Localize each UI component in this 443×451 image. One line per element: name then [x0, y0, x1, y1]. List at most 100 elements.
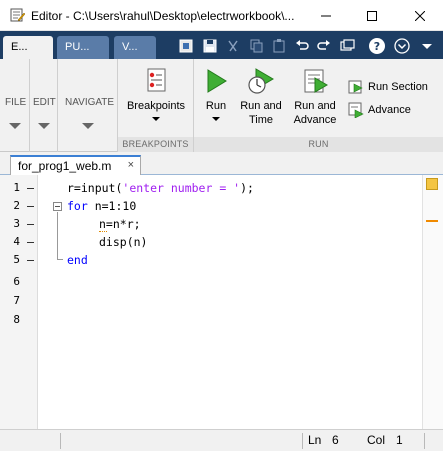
switch-windows-icon[interactable] — [338, 37, 356, 55]
file-dropdown-arrow-icon — [9, 123, 21, 129]
code-text: ); — [240, 181, 254, 195]
save-icon[interactable] — [201, 37, 219, 55]
run-section-button[interactable]: Run Section — [348, 79, 428, 95]
run-and-time-label-2: Time — [248, 114, 274, 126]
svg-text:?: ? — [374, 40, 380, 53]
navigate-dropdown-arrow-icon — [82, 123, 94, 129]
expand-toolstrip-icon[interactable] — [393, 37, 411, 55]
code-line-2: for n=1:10 — [67, 197, 136, 215]
code-analyzer-bar — [422, 175, 443, 429]
line-number: 2 — [13, 199, 20, 212]
line-number: 7 — [13, 294, 20, 307]
quick-access-icon[interactable] — [177, 37, 195, 55]
code-line-4: disp(n) — [99, 235, 148, 249]
navigate-label: NAVIGATE — [65, 97, 115, 108]
title-bar: Editor - C:\Users\rahul\Desktop\electrwo… — [0, 0, 443, 31]
run-and-advance-label-2: Advance — [293, 114, 337, 126]
breakpoints-section-label: BREAKPOINTS — [118, 137, 193, 152]
toolstrip-tab-row: E... PU... V... ? — [0, 31, 443, 59]
code-keyword: for — [67, 199, 88, 213]
help-icon[interactable]: ? — [368, 37, 386, 55]
edit-section[interactable]: EDIT — [30, 59, 58, 152]
code-warning-underline — [99, 230, 107, 232]
line-number: 5 — [13, 253, 20, 266]
warning-marker[interactable] — [426, 220, 438, 222]
file-section[interactable]: FILE — [0, 59, 30, 152]
fold-guide-end — [57, 259, 63, 260]
run-section-label-footer: RUN — [194, 137, 443, 152]
code-text: r=input( — [67, 181, 123, 195]
breakpoint-marker[interactable] — [27, 188, 34, 189]
redo-icon[interactable] — [315, 37, 333, 55]
close-button[interactable] — [397, 0, 443, 31]
close-document-icon[interactable]: × — [128, 159, 134, 171]
run-and-time-label-1: Run and — [240, 100, 282, 112]
column-value: 1 — [396, 433, 403, 447]
advance-label: Advance — [368, 104, 411, 116]
minimize-button[interactable] — [303, 0, 349, 31]
status-divider — [424, 433, 425, 449]
document-tab-filename: for_prog1_web.m — [18, 159, 112, 173]
column-label: Col — [367, 433, 386, 447]
ribbon: FILE EDIT NAVIGATE Breakpoints BREAKPOIN… — [0, 59, 443, 152]
breakpoints-dropdown-icon — [152, 117, 160, 121]
run-section-icon — [348, 80, 363, 94]
breakpoints-section: Breakpoints BREAKPOINTS — [118, 59, 194, 152]
run-dropdown-icon — [212, 117, 220, 121]
advance-icon — [348, 102, 364, 118]
file-label: FILE — [5, 97, 27, 108]
status-divider — [302, 433, 303, 449]
fold-guide — [57, 212, 58, 260]
breakpoint-marker[interactable] — [27, 242, 34, 243]
line-number: 3 — [13, 217, 20, 230]
breakpoints-button[interactable]: Breakpoints — [124, 67, 188, 121]
breakpoint-marker[interactable] — [27, 224, 34, 225]
breakpoint-marker[interactable] — [27, 260, 34, 261]
advance-button[interactable]: Advance — [348, 102, 411, 118]
toolstrip-options-icon[interactable] — [418, 37, 436, 55]
run-section-label: Run Section — [368, 81, 428, 93]
code-string: 'enter number = ' — [122, 181, 241, 195]
tab-editor[interactable]: E... — [3, 36, 53, 59]
code-keyword: end — [67, 253, 88, 267]
edit-label: EDIT — [33, 97, 56, 108]
run-button[interactable]: Run — [198, 67, 234, 121]
line-label: Ln — [308, 433, 322, 447]
edit-dropdown-arrow-icon — [38, 123, 50, 129]
cut-icon[interactable] — [224, 37, 242, 55]
status-divider — [60, 433, 61, 449]
run-section: Run Run and Time Run and Advance Run Sec… — [194, 59, 443, 152]
document-tab[interactable]: for_prog1_web.m × — [10, 155, 141, 176]
navigate-section[interactable]: NAVIGATE — [58, 59, 118, 152]
code-editor[interactable]: 1 2 3 4 5 6 7 8 r=input('enter number = … — [0, 175, 443, 429]
tab-view[interactable]: V... — [114, 36, 156, 59]
editor-app-icon — [9, 7, 26, 23]
run-label: Run — [205, 100, 227, 112]
code-line-5: end — [67, 251, 88, 269]
run-and-time-icon — [247, 67, 275, 95]
breakpoints-label: Breakpoints — [126, 100, 186, 112]
breakpoints-icon — [142, 67, 170, 95]
warning-status-icon[interactable] — [426, 178, 438, 190]
paste-icon[interactable] — [270, 37, 288, 55]
document-tab-bar: for_prog1_web.m × — [0, 152, 443, 176]
run-and-time-button[interactable]: Run and Time — [238, 67, 284, 127]
line-number: 6 — [13, 275, 20, 288]
run-and-advance-button[interactable]: Run and Advance — [290, 67, 340, 127]
run-icon — [202, 67, 230, 95]
line-number: 4 — [13, 235, 20, 248]
window-title: Editor - C:\Users\rahul\Desktop\electrwo… — [31, 9, 295, 23]
undo-icon[interactable] — [293, 37, 311, 55]
line-number: 8 — [13, 313, 20, 326]
status-bar: Ln 6 Col 1 — [0, 429, 443, 451]
code-text: n=1:10 — [87, 199, 137, 213]
line-value: 6 — [332, 433, 339, 447]
run-and-advance-label-1: Run and — [294, 100, 336, 112]
maximize-button[interactable] — [349, 0, 395, 31]
code-line-1: r=input('enter number = '); — [67, 179, 254, 197]
line-number: 1 — [13, 181, 20, 194]
fold-toggle-icon[interactable] — [53, 202, 62, 211]
copy-icon[interactable] — [247, 37, 265, 55]
tab-publish[interactable]: PU... — [57, 36, 109, 59]
breakpoint-marker[interactable] — [27, 206, 34, 207]
